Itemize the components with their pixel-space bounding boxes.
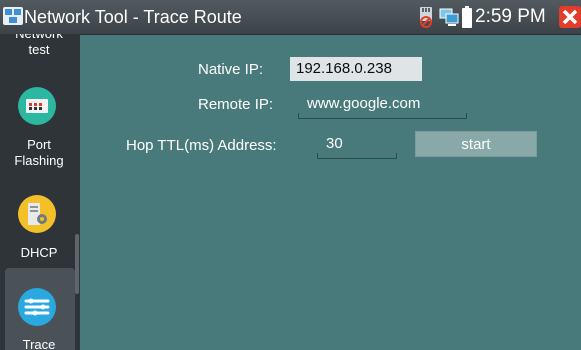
native-ip-value: 192.168.0.238 — [290, 57, 422, 81]
start-button[interactable]: start — [415, 131, 537, 157]
sidebar-item-trace[interactable]: Trace — [3, 337, 75, 350]
sidebar-item-label-top: Network — [3, 34, 75, 42]
dhcp-icon[interactable] — [17, 194, 57, 234]
remote-ip-underline — [298, 113, 467, 119]
network-icon — [439, 8, 459, 26]
window-title: Network Tool - Trace Route — [24, 7, 242, 27]
hop-ttl-underline — [317, 153, 397, 159]
sidebar-scrollbar[interactable] — [75, 234, 79, 294]
title-bar: Network Tool - Trace Route 2:59 PM — [0, 0, 581, 35]
remote-ip-input[interactable]: www.google.com — [307, 94, 420, 114]
sidebar-item-network-test[interactable]: Network test — [3, 34, 75, 58]
hop-ttl-input[interactable]: 30 — [326, 134, 343, 154]
clock: 2:59 PM — [475, 6, 546, 27]
sidebar-item-port-flashing[interactable]: Port Flashing — [3, 137, 75, 169]
sd-card-icon — [420, 7, 432, 28]
sidebar-item-dhcp[interactable]: DHCP — [3, 245, 75, 261]
native-ip-label: Native IP: — [198, 61, 264, 78]
trace-route-icon[interactable] — [17, 287, 57, 327]
close-button[interactable] — [559, 6, 581, 28]
battery-icon — [462, 6, 472, 28]
sidebar: Network test Port Flashing DHCP Trace — [0, 34, 80, 350]
sidebar-item-label: test — [28, 42, 50, 57]
remote-ip-label: Remote IP: — [198, 96, 274, 113]
port-flashing-icon[interactable] — [17, 86, 57, 126]
hop-ttl-label: Hop TTL(ms) Address: — [126, 137, 277, 154]
network-tool-app-icon — [3, 7, 23, 25]
close-icon — [562, 9, 578, 25]
